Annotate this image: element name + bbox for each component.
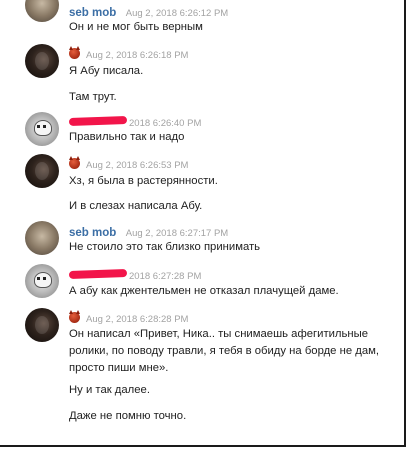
timestamp: Aug 2, 2018 6:28:28 PM — [86, 314, 189, 325]
message-text: Правильно так и надо — [69, 131, 185, 143]
redaction-mark — [68, 268, 128, 280]
timestamp: 2018 6:27:28 PM — [129, 271, 202, 282]
message-header: Aug 2, 2018 6:26:18 PM — [69, 45, 189, 61]
author-name[interactable]: seb mob — [69, 7, 116, 19]
message-text: А абу как джентельмен не отказал плачуще… — [69, 285, 339, 297]
timestamp: Aug 2, 2018 6:26:53 PM — [86, 160, 189, 171]
avatar[interactable] — [25, 264, 59, 298]
message-header: Aug 2, 2018 6:26:53 PM — [69, 155, 189, 171]
avatar[interactable] — [25, 308, 59, 342]
timestamp: 2018 6:26:40 PM — [129, 118, 202, 129]
author-name[interactable]: seb mob — [69, 227, 116, 239]
message-text: Не стоило это так близко принимать — [69, 241, 261, 253]
avatar[interactable] — [25, 112, 59, 146]
message-header: seb mob Aug 2, 2018 6:27:17 PM — [69, 223, 229, 239]
avatar[interactable] — [25, 221, 59, 255]
message-text: Я Абу писала. — [69, 65, 144, 77]
avatar[interactable] — [25, 0, 59, 22]
avatar[interactable] — [25, 154, 59, 188]
devil-icon — [69, 310, 80, 323]
chat-log: seb mob Aug 2, 2018 6:26:12 PM Он и не м… — [0, 0, 406, 447]
message-header: seb mob Aug 2, 2018 6:26:12 PM — [69, 3, 229, 19]
message-header: Aug 2, 2018 6:28:28 PM — [69, 309, 189, 325]
devil-icon — [69, 156, 80, 169]
message-text: Он и не мог быть верным — [69, 21, 203, 33]
redaction-mark — [68, 115, 128, 127]
message-text: Там трут. — [69, 91, 117, 103]
avatar[interactable] — [25, 44, 59, 78]
message-text: Даже не помню точно. — [69, 410, 187, 422]
message-text: Ну и так далее. — [69, 384, 150, 396]
message-text: Он написал «Привет, Ника.. ты снимаешь а… — [69, 328, 380, 374]
message-text: И в слезах написала Абу. — [69, 200, 203, 212]
message-header: 2018 6:27:28 PM — [68, 266, 202, 282]
message-text: Хз, я была в растерянности. — [69, 175, 218, 187]
timestamp: Aug 2, 2018 6:27:17 PM — [125, 228, 229, 239]
timestamp: Aug 2, 2018 6:26:18 PM — [86, 50, 189, 61]
devil-icon — [69, 46, 80, 59]
message-header: 2018 6:26:40 PM — [68, 113, 202, 129]
timestamp: Aug 2, 2018 6:26:12 PM — [125, 8, 229, 19]
